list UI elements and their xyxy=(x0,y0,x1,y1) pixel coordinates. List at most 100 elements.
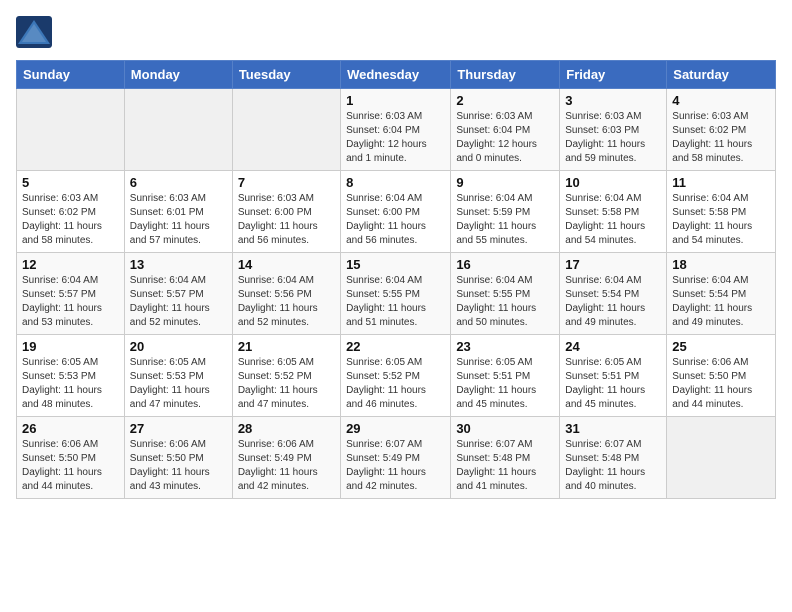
calendar-cell: 4 Sunrise: 6:03 AM Sunset: 6:02 PM Daylig… xyxy=(667,89,776,171)
day-number: 10 xyxy=(565,175,661,190)
calendar-cell: 18 Sunrise: 6:04 AM Sunset: 5:54 PM Dayli… xyxy=(667,253,776,335)
day-info: Sunrise: 6:03 AM Sunset: 6:02 PM Dayligh… xyxy=(22,192,119,248)
day-info: Sunrise: 6:05 AM Sunset: 5:51 PM Dayligh… xyxy=(456,356,554,412)
day-number: 12 xyxy=(22,257,119,272)
day-number: 20 xyxy=(130,339,227,354)
day-info: Sunrise: 6:05 AM Sunset: 5:52 PM Dayligh… xyxy=(238,356,335,412)
calendar-cell: 2 Sunrise: 6:03 AM Sunset: 6:04 PM Daylig… xyxy=(451,89,560,171)
day-info: Sunrise: 6:03 AM Sunset: 6:01 PM Dayligh… xyxy=(130,192,227,248)
calendar-cell: 20 Sunrise: 6:05 AM Sunset: 5:53 PM Dayli… xyxy=(124,335,232,417)
weekday-header: Wednesday xyxy=(341,61,451,89)
day-info: Sunrise: 6:03 AM Sunset: 6:02 PM Dayligh… xyxy=(672,110,770,166)
calendar-cell: 7 Sunrise: 6:03 AM Sunset: 6:00 PM Daylig… xyxy=(232,171,340,253)
day-info: Sunrise: 6:07 AM Sunset: 5:48 PM Dayligh… xyxy=(456,438,554,494)
day-number: 16 xyxy=(456,257,554,272)
calendar-week-row: 12 Sunrise: 6:04 AM Sunset: 5:57 PM Dayli… xyxy=(17,253,776,335)
weekday-header: Tuesday xyxy=(232,61,340,89)
calendar-cell: 21 Sunrise: 6:05 AM Sunset: 5:52 PM Dayli… xyxy=(232,335,340,417)
calendar-cell: 14 Sunrise: 6:04 AM Sunset: 5:56 PM Dayli… xyxy=(232,253,340,335)
day-number: 18 xyxy=(672,257,770,272)
day-number: 1 xyxy=(346,93,445,108)
day-info: Sunrise: 6:04 AM Sunset: 5:55 PM Dayligh… xyxy=(456,274,554,330)
calendar-cell: 5 Sunrise: 6:03 AM Sunset: 6:02 PM Daylig… xyxy=(17,171,125,253)
weekday-header: Sunday xyxy=(17,61,125,89)
day-number: 21 xyxy=(238,339,335,354)
page-header xyxy=(16,16,776,48)
day-info: Sunrise: 6:03 AM Sunset: 6:03 PM Dayligh… xyxy=(565,110,661,166)
calendar-cell: 26 Sunrise: 6:06 AM Sunset: 5:50 PM Dayli… xyxy=(17,417,125,499)
day-info: Sunrise: 6:03 AM Sunset: 6:04 PM Dayligh… xyxy=(346,110,445,166)
weekday-header: Monday xyxy=(124,61,232,89)
calendar-cell: 16 Sunrise: 6:04 AM Sunset: 5:55 PM Dayli… xyxy=(451,253,560,335)
day-number: 25 xyxy=(672,339,770,354)
calendar-cell: 31 Sunrise: 6:07 AM Sunset: 5:48 PM Dayli… xyxy=(560,417,667,499)
day-info: Sunrise: 6:06 AM Sunset: 5:50 PM Dayligh… xyxy=(672,356,770,412)
day-info: Sunrise: 6:06 AM Sunset: 5:50 PM Dayligh… xyxy=(130,438,227,494)
day-number: 11 xyxy=(672,175,770,190)
calendar-cell xyxy=(232,89,340,171)
calendar-cell: 29Sunrise: 6:07 AM Sunset: 5:49 PM Dayli… xyxy=(341,417,451,499)
day-info: Sunrise: 6:05 AM Sunset: 5:53 PM Dayligh… xyxy=(130,356,227,412)
logo xyxy=(16,16,56,48)
day-number: 14 xyxy=(238,257,335,272)
calendar-cell: 10 Sunrise: 6:04 AM Sunset: 5:58 PM Dayli… xyxy=(560,171,667,253)
day-number: 17 xyxy=(565,257,661,272)
calendar-week-row: 26 Sunrise: 6:06 AM Sunset: 5:50 PM Dayli… xyxy=(17,417,776,499)
weekday-header: Thursday xyxy=(451,61,560,89)
calendar-table: SundayMondayTuesdayWednesdayThursdayFrid… xyxy=(16,60,776,499)
calendar-cell: 30 Sunrise: 6:07 AM Sunset: 5:48 PM Dayli… xyxy=(451,417,560,499)
day-info: Sunrise: 6:05 AM Sunset: 5:51 PM Dayligh… xyxy=(565,356,661,412)
day-number: 9 xyxy=(456,175,554,190)
calendar-cell: 28Sunrise: 6:06 AM Sunset: 5:49 PM Dayli… xyxy=(232,417,340,499)
day-number: 2 xyxy=(456,93,554,108)
day-info: Sunrise: 6:04 AM Sunset: 5:54 PM Dayligh… xyxy=(565,274,661,330)
calendar-week-row: 19 Sunrise: 6:05 AM Sunset: 5:53 PM Dayli… xyxy=(17,335,776,417)
calendar-cell: 24 Sunrise: 6:05 AM Sunset: 5:51 PM Dayli… xyxy=(560,335,667,417)
calendar-cell: 25 Sunrise: 6:06 AM Sunset: 5:50 PM Dayli… xyxy=(667,335,776,417)
day-info: Sunrise: 6:07 AM Sunset: 5:48 PM Dayligh… xyxy=(565,438,661,494)
calendar-week-row: 5 Sunrise: 6:03 AM Sunset: 6:02 PM Daylig… xyxy=(17,171,776,253)
day-number: 4 xyxy=(672,93,770,108)
day-number: 8 xyxy=(346,175,445,190)
calendar-header-row: SundayMondayTuesdayWednesdayThursdayFrid… xyxy=(17,61,776,89)
calendar-cell: 1 Sunrise: 6:03 AM Sunset: 6:04 PM Daylig… xyxy=(341,89,451,171)
day-info: Sunrise: 6:04 AM Sunset: 5:54 PM Dayligh… xyxy=(672,274,770,330)
day-number: 27 xyxy=(130,421,227,436)
day-number: 19 xyxy=(22,339,119,354)
weekday-header: Friday xyxy=(560,61,667,89)
day-number: 28 xyxy=(238,421,335,436)
day-info: Sunrise: 6:04 AM Sunset: 5:55 PM Dayligh… xyxy=(346,274,445,330)
calendar-cell: 23Sunrise: 6:05 AM Sunset: 5:51 PM Dayli… xyxy=(451,335,560,417)
day-info: Sunrise: 6:04 AM Sunset: 5:56 PM Dayligh… xyxy=(238,274,335,330)
day-number: 30 xyxy=(456,421,554,436)
day-number: 15 xyxy=(346,257,445,272)
day-number: 24 xyxy=(565,339,661,354)
calendar-cell xyxy=(667,417,776,499)
calendar-cell: 27 Sunrise: 6:06 AM Sunset: 5:50 PM Dayli… xyxy=(124,417,232,499)
day-info: Sunrise: 6:04 AM Sunset: 5:58 PM Dayligh… xyxy=(565,192,661,248)
day-info: Sunrise: 6:04 AM Sunset: 5:57 PM Dayligh… xyxy=(22,274,119,330)
day-info: Sunrise: 6:04 AM Sunset: 5:57 PM Dayligh… xyxy=(130,274,227,330)
day-info: Sunrise: 6:04 AM Sunset: 5:59 PM Dayligh… xyxy=(456,192,554,248)
day-number: 7 xyxy=(238,175,335,190)
calendar-cell xyxy=(17,89,125,171)
day-number: 31 xyxy=(565,421,661,436)
day-info: Sunrise: 6:06 AM Sunset: 5:50 PM Dayligh… xyxy=(22,438,119,494)
day-info: Sunrise: 6:07 AM Sunset: 5:49 PM Dayligh… xyxy=(346,438,445,494)
logo-icon xyxy=(16,16,52,48)
calendar-week-row: 1 Sunrise: 6:03 AM Sunset: 6:04 PM Daylig… xyxy=(17,89,776,171)
calendar-cell: 3Sunrise: 6:03 AM Sunset: 6:03 PM Daylig… xyxy=(560,89,667,171)
day-number: 5 xyxy=(22,175,119,190)
day-info: Sunrise: 6:04 AM Sunset: 6:00 PM Dayligh… xyxy=(346,192,445,248)
weekday-header: Saturday xyxy=(667,61,776,89)
day-info: Sunrise: 6:03 AM Sunset: 6:00 PM Dayligh… xyxy=(238,192,335,248)
day-number: 26 xyxy=(22,421,119,436)
calendar-cell: 6Sunrise: 6:03 AM Sunset: 6:01 PM Daylig… xyxy=(124,171,232,253)
day-info: Sunrise: 6:05 AM Sunset: 5:52 PM Dayligh… xyxy=(346,356,445,412)
day-number: 13 xyxy=(130,257,227,272)
calendar-cell: 17 Sunrise: 6:04 AM Sunset: 5:54 PM Dayli… xyxy=(560,253,667,335)
day-info: Sunrise: 6:03 AM Sunset: 6:04 PM Dayligh… xyxy=(456,110,554,166)
calendar-cell xyxy=(124,89,232,171)
calendar-cell: 8 Sunrise: 6:04 AM Sunset: 6:00 PM Daylig… xyxy=(341,171,451,253)
day-info: Sunrise: 6:05 AM Sunset: 5:53 PM Dayligh… xyxy=(22,356,119,412)
